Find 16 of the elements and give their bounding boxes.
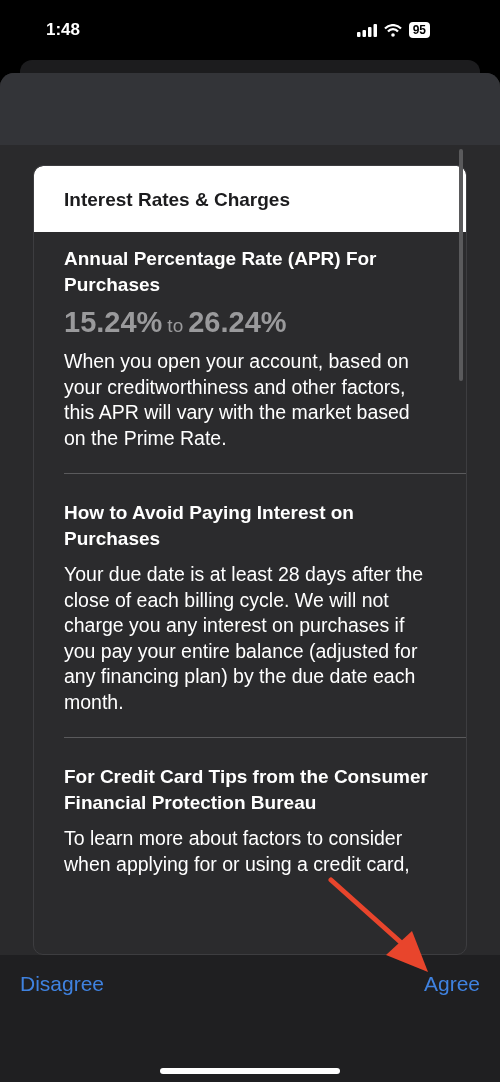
section-heading: For Credit Card Tips from the Consumer Financial Protection Bureau (64, 765, 429, 815)
rate-value: 26.24% (188, 306, 287, 339)
action-button[interactable]: Disagree (20, 968, 105, 1000)
wifi-icon (383, 23, 402, 37)
section-text: Your due date is at least 28 days after the close of each billing cycle. We will not charge you any interest on purchases if you pay your entire balance (adjusted for any financing plan) by the due date each month. (64, 562, 425, 715)
section-heading: How to Avoid Paying Interest on Purchases (64, 501, 355, 551)
section-text: When you open your account, based on your creditworthiness and other factors, this APR will vary with the market based on the Prime Rate. (64, 349, 411, 451)
action-button[interactable]: Agree (423, 968, 480, 1000)
rate-value: 15.24% (64, 306, 163, 339)
battery-level: 95 (408, 22, 430, 38)
rate-joiner: to (167, 315, 184, 337)
section-text: To learn more about factors to consider when applying for or using a credit card, (64, 826, 411, 877)
status-time: 1:48 (46, 20, 81, 40)
signal-icon (356, 23, 377, 37)
section-heading: Annual Percentage Rate (APR) For Purchases (64, 247, 378, 297)
card-title: Interest Rates & Charges (34, 166, 466, 232)
